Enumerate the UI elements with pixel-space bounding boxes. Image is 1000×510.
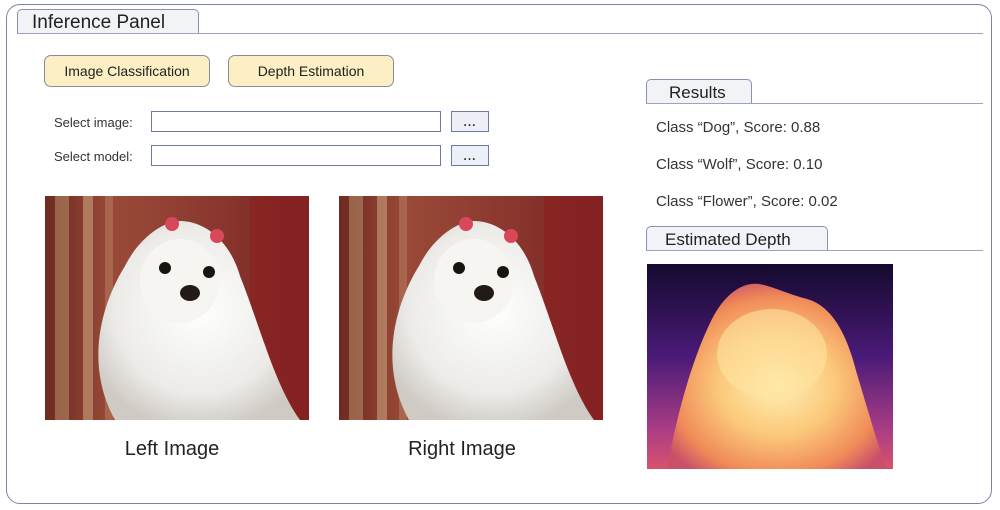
select-model-field[interactable]: [151, 145, 441, 166]
result-item: Class “Wolf”, Score: 0.10: [656, 156, 823, 173]
browse-image-button[interactable]: ...: [451, 111, 489, 132]
depth-underline: [646, 250, 983, 251]
depth-title: Estimated Depth: [665, 230, 791, 249]
result-item: Class “Flower”, Score: 0.02: [656, 193, 838, 210]
select-model-label: Select model:: [54, 149, 133, 164]
image-classification-button[interactable]: Image Classification: [44, 55, 210, 87]
depth-map-image: [647, 264, 893, 469]
result-item: Class “Dog”, Score: 0.88: [656, 119, 821, 136]
select-image-field[interactable]: [151, 111, 441, 132]
right-image: [339, 196, 603, 420]
select-image-label: Select image:: [54, 115, 133, 130]
right-image-caption: Right Image: [408, 438, 516, 460]
panel-title-tab: Inference Panel: [17, 9, 199, 34]
panel-title-underline: [17, 33, 983, 34]
left-image-caption: Left Image: [124, 438, 220, 460]
browse-model-button[interactable]: ...: [451, 145, 489, 166]
results-title-tab: Results: [646, 79, 752, 104]
panel-title: Inference Panel: [32, 12, 166, 33]
depth-estimation-button[interactable]: Depth Estimation: [228, 55, 394, 87]
results-title: Results: [669, 83, 726, 102]
left-image: [45, 196, 309, 420]
depth-title-tab: Estimated Depth: [646, 226, 828, 251]
results-underline: [646, 103, 983, 104]
